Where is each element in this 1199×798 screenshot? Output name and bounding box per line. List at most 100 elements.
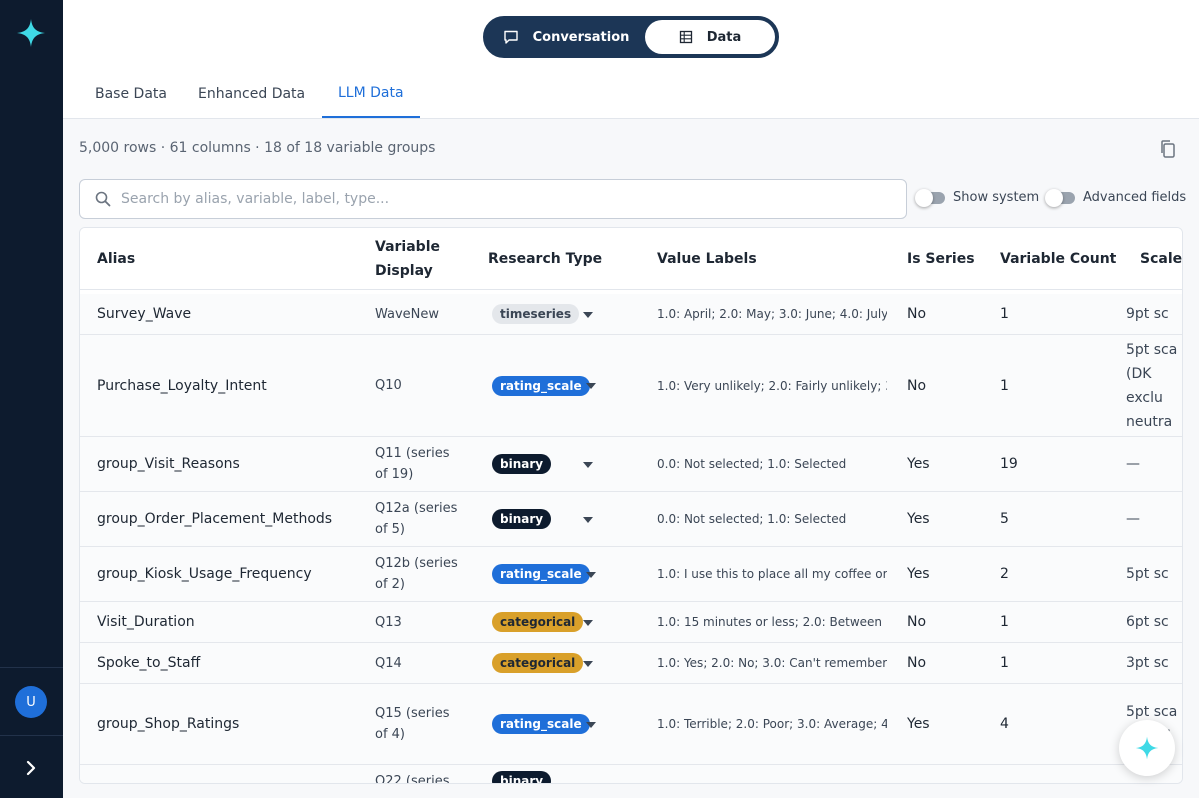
table-row[interactable]: group_Kiosk_Usage_Frequency Q12b (series … [80, 547, 1182, 602]
cell-is-series: No [907, 655, 927, 671]
dataset-summary: 5,000 rows · 61 columns · 18 of 18 varia… [79, 140, 436, 156]
cell-value-labels: 1.0: 15 minutes or less; 2.0: Between 1.… [657, 615, 887, 629]
research-type-badge[interactable]: categorical [492, 612, 584, 632]
cell-value-labels: 1.0: I use this to place all my coffee o… [657, 567, 887, 581]
switch-knob [915, 188, 933, 207]
chevron-down-icon[interactable] [583, 660, 593, 667]
header-research-type[interactable]: Research Type [488, 228, 602, 290]
cell-variable-count: 1 [1000, 377, 1009, 394]
assistant-button[interactable] [1119, 720, 1175, 776]
cell-research-type: categorical [492, 643, 592, 683]
cell-research-type: binary [492, 437, 592, 491]
tab-enhanced-data[interactable]: Enhanced Data [182, 70, 321, 118]
cell-variable-display: Q15 (series of 4) [375, 706, 450, 742]
research-type-badge[interactable]: binary [492, 771, 552, 783]
cell-value-labels: 1.0: Very unlikely; 2.0: Fairly unlikely… [657, 378, 887, 393]
conversation-toggle-button[interactable]: Conversation [489, 20, 643, 54]
cell-variable-count: 19 [1000, 456, 1018, 472]
cell-alias: group_Visit_Reasons [97, 456, 240, 472]
user-avatar[interactable]: U [15, 686, 47, 718]
cell-value-labels: 0.0: Not selected; 1.0: Selected [657, 512, 847, 526]
cell-research-type: categorical [492, 602, 592, 642]
cell-variable-count [1000, 765, 1060, 783]
header-value-labels[interactable]: Value Labels [657, 228, 757, 290]
header-alias[interactable]: Alias [97, 228, 135, 290]
copy-icon[interactable] [1158, 139, 1178, 159]
cell-scale: — [1126, 456, 1140, 472]
view-toggle: Conversation Data [483, 16, 779, 58]
table-row[interactable]: group_Shop_Ratings Q15 (series of 4) ratin… [80, 684, 1182, 765]
switch-knob [1045, 188, 1063, 207]
research-type-badge[interactable]: rating_scale [492, 375, 590, 396]
cell-scale: 6pt sc [1126, 614, 1169, 630]
search-box [79, 179, 907, 219]
cell-value-labels: 0.0: Not selected; 1.0: Selected [657, 457, 847, 471]
search-input[interactable] [121, 191, 881, 207]
cell-variable-display: Q12a (series of 5) [375, 501, 458, 537]
research-type-badge[interactable]: timeseries [492, 304, 580, 324]
sparkle-icon[interactable] [15, 17, 47, 49]
chevron-down-icon[interactable] [586, 571, 596, 578]
table-header: Alias Variable Display Research Type Val… [80, 228, 1182, 290]
cell-alias [97, 765, 367, 783]
research-type-badge[interactable]: rating_scale [492, 564, 590, 584]
cell-variable-display: Q12b (series of 2) [375, 556, 458, 592]
conversation-label: Conversation [532, 29, 630, 45]
cell-is-series: No [907, 614, 927, 630]
cell-variable-count: 5 [1000, 511, 1009, 527]
cell-research-type: binary [492, 765, 592, 783]
chevron-down-icon[interactable] [586, 383, 596, 389]
cell-scale: 5pt sc [1126, 566, 1169, 582]
switch-track[interactable] [915, 188, 945, 207]
cell-value-labels: 1.0: Terrible; 2.0: Poor; 3.0: Average; … [657, 717, 887, 731]
table-row[interactable]: Spoke_to_Staff Q14 categorical 1.0: Yes; 2.… [80, 643, 1182, 684]
research-type-badge[interactable]: rating_scale [492, 714, 590, 734]
cell-is-series [907, 765, 967, 783]
cell-variable-count: 1 [1000, 614, 1009, 630]
switch-track[interactable] [1045, 188, 1075, 207]
data-toggle-button[interactable]: Data [645, 20, 775, 54]
research-type-badge[interactable]: binary [492, 509, 552, 529]
cell-scale: 5pt sca (DK exclu neutra [1126, 341, 1178, 430]
cell-scale: 9pt sc [1126, 306, 1169, 322]
table-row[interactable]: group_Order_Placement_Methods Q12a (serie… [80, 492, 1182, 547]
sidebar-divider [0, 735, 63, 736]
table-row[interactable]: group_Visit_Reasons Q11 (series of 19) bin… [80, 437, 1182, 492]
cell-value-labels: 1.0: Yes; 2.0: No; 3.0: Can't remember [657, 656, 887, 670]
variables-table: Alias Variable Display Research Type Val… [79, 227, 1183, 784]
chevron-down-icon[interactable] [586, 721, 596, 728]
header-variable-display[interactable]: Variable Display [375, 228, 455, 290]
cell-is-series: Yes [907, 716, 930, 732]
advanced-fields-switch[interactable]: Advanced fields [1045, 188, 1186, 207]
chevron-down-icon[interactable] [583, 311, 593, 318]
tab-base-data[interactable]: Base Data [79, 70, 183, 118]
table-row[interactable]: Q22 (series binary [80, 765, 1182, 783]
cell-variable-count: 2 [1000, 566, 1009, 582]
header-is-series[interactable]: Is Series [907, 228, 975, 290]
cell-is-series: No [907, 377, 927, 394]
table-row[interactable]: Visit_Duration Q13 categorical 1.0: 15 minu… [80, 602, 1182, 643]
show-system-switch[interactable]: Show system [915, 188, 1039, 207]
tab-llm-data[interactable]: LLM Data [322, 70, 420, 118]
cell-scale: 3pt sc [1126, 655, 1169, 671]
cell-alias: group_Kiosk_Usage_Frequency [97, 566, 312, 582]
data-tabs: Base Data Enhanced Data LLM Data [63, 70, 1199, 119]
chevron-down-icon[interactable] [583, 461, 593, 468]
research-type-badge[interactable]: binary [492, 454, 552, 474]
cell-value-labels: 1.0: April; 2.0: May; 3.0: June; 4.0: Ju… [657, 307, 887, 321]
header-variable-count[interactable]: Variable Count [1000, 228, 1116, 290]
cell-is-series: Yes [907, 566, 930, 582]
cell-is-series: Yes [907, 511, 930, 527]
cell-variable-count: 1 [1000, 306, 1009, 322]
chevron-down-icon[interactable] [583, 619, 593, 626]
header-scale[interactable]: Scale [1140, 228, 1182, 290]
research-type-badge[interactable]: categorical [492, 653, 584, 673]
cell-variable-display: Q14 [375, 655, 402, 671]
chevron-down-icon[interactable] [583, 516, 593, 523]
chat-bubble-icon [503, 30, 518, 44]
chevron-right-icon[interactable] [21, 758, 41, 778]
cell-alias: Spoke_to_Staff [97, 655, 201, 671]
table-row[interactable]: Survey_Wave WaveNew timeseries 1.0: April; … [80, 294, 1182, 335]
table-row[interactable]: Purchase_Loyalty_Intent Q10 rating_scale 1.… [80, 335, 1182, 437]
cell-research-type: rating_scale [492, 547, 592, 601]
